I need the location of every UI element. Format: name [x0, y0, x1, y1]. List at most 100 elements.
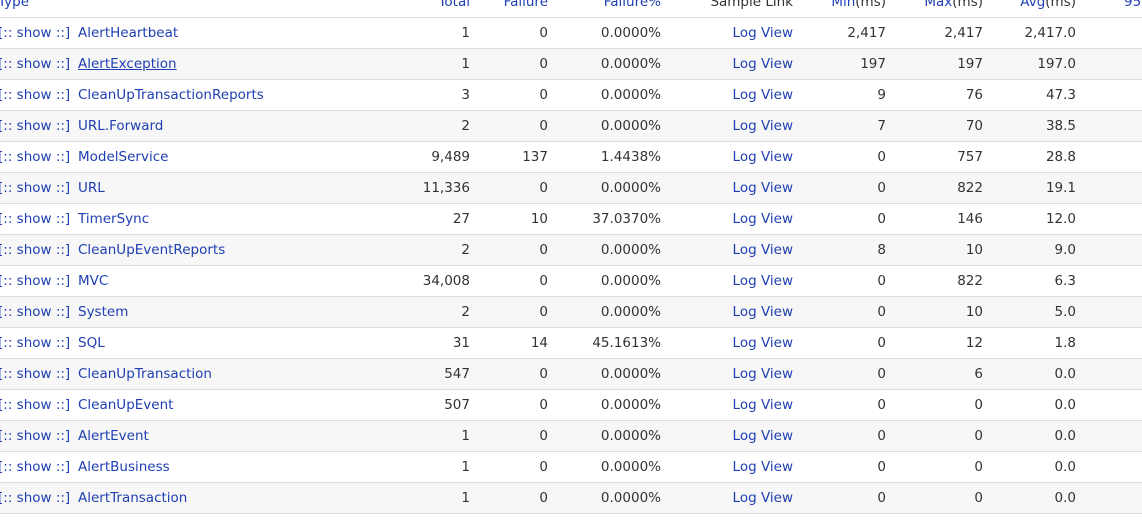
header-min-label[interactable]: Min	[831, 0, 855, 10]
show-toggle-link[interactable]: [:: show ::]	[0, 359, 70, 389]
failure-pct-value: 0.0000%	[600, 428, 661, 444]
min-value: 0	[877, 397, 886, 413]
min-value: 0	[877, 273, 886, 289]
total-value: 1	[461, 490, 470, 506]
show-toggle-link[interactable]: [:: show ::]	[0, 452, 70, 482]
log-view-link[interactable]: Log View	[733, 80, 793, 110]
log-view-link[interactable]: Log View	[733, 359, 793, 389]
show-toggle-link[interactable]: [:: show ::]	[0, 421, 70, 451]
max-value: 822	[957, 180, 983, 196]
min-value: 0	[877, 459, 886, 475]
log-view-link[interactable]: Log View	[733, 266, 793, 296]
failure-pct-value: 0.0000%	[600, 304, 661, 320]
type-name-link[interactable]: AlertHeartbeat	[78, 18, 178, 48]
header-avg[interactable]: Avg(ms)	[1020, 0, 1076, 17]
avg-value: 5.0	[1054, 304, 1076, 320]
header-p95[interactable]: 95	[1124, 0, 1141, 17]
transaction-type-table: Type Total Failure Failure% Sample Link …	[0, 0, 1142, 514]
failure-value: 0	[539, 273, 548, 289]
failure-pct-value: 0.0000%	[600, 273, 661, 289]
header-max[interactable]: Max(ms)	[924, 0, 983, 17]
table-body: [:: show ::] AlertHeartbeat 1 0 0.0000% Log V…	[0, 18, 1142, 514]
type-name-link[interactable]: MVC	[78, 266, 108, 296]
show-toggle-link[interactable]: [:: show ::]	[0, 204, 70, 234]
max-value: 70	[965, 118, 983, 134]
max-value: 0	[974, 490, 983, 506]
type-name-link[interactable]: AlertException	[78, 49, 177, 79]
min-value: 7	[877, 118, 886, 134]
header-total[interactable]: Total	[438, 0, 470, 17]
log-view-link[interactable]: Log View	[733, 111, 793, 141]
avg-value: 0.0	[1054, 459, 1076, 475]
failure-value: 0	[539, 56, 548, 72]
header-failure-pct[interactable]: Failure%	[604, 0, 661, 17]
min-value: 0	[877, 304, 886, 320]
min-value: 2,417	[847, 25, 886, 41]
log-view-link[interactable]: Log View	[733, 328, 793, 358]
show-toggle-link[interactable]: [:: show ::]	[0, 80, 70, 110]
show-toggle-link[interactable]: [:: show ::]	[0, 297, 70, 327]
type-name-link[interactable]: AlertBusiness	[78, 452, 170, 482]
type-name-link[interactable]: CleanUpEventReports	[78, 235, 225, 265]
type-name-link[interactable]: ModelService	[78, 142, 168, 172]
log-view-link[interactable]: Log View	[733, 142, 793, 172]
failure-pct-value: 0.0000%	[600, 180, 661, 196]
type-name-link[interactable]: SQL	[78, 328, 105, 358]
log-view-link[interactable]: Log View	[733, 204, 793, 234]
show-toggle-link[interactable]: [:: show ::]	[0, 235, 70, 265]
log-view-link[interactable]: Log View	[733, 390, 793, 420]
avg-value: 9.0	[1054, 242, 1076, 258]
failure-value: 0	[539, 87, 548, 103]
log-view-link[interactable]: Log View	[733, 235, 793, 265]
log-view-link[interactable]: Log View	[733, 421, 793, 451]
show-toggle-link[interactable]: [:: show ::]	[0, 18, 70, 48]
show-toggle-link[interactable]: [:: show ::]	[0, 111, 70, 141]
table-row: [:: show ::] ModelService 9,489 137 1.4438% L…	[0, 142, 1142, 173]
type-name-link[interactable]: AlertTransaction	[78, 483, 187, 513]
total-value: 2	[461, 242, 470, 258]
type-name-link[interactable]: TimerSync	[78, 204, 149, 234]
show-toggle-link[interactable]: [:: show ::]	[0, 49, 70, 79]
header-type[interactable]: Type	[0, 0, 29, 17]
type-name-link[interactable]: AlertEvent	[78, 421, 149, 451]
show-toggle-link[interactable]: [:: show ::]	[0, 483, 70, 513]
failure-value: 137	[522, 149, 548, 165]
total-value: 2	[461, 118, 470, 134]
failure-value: 0	[539, 118, 548, 134]
show-toggle-link[interactable]: [:: show ::]	[0, 390, 70, 420]
type-name-link[interactable]: CleanUpTransaction	[78, 359, 212, 389]
table-row: [:: show ::] CleanUpTransaction 547 0 0.0000…	[0, 359, 1142, 390]
show-toggle-link[interactable]: [:: show ::]	[0, 328, 70, 358]
failure-pct-value: 0.0000%	[600, 366, 661, 382]
failure-value: 0	[539, 304, 548, 320]
show-toggle-link[interactable]: [:: show ::]	[0, 266, 70, 296]
avg-value: 0.0	[1054, 397, 1076, 413]
log-view-link[interactable]: Log View	[733, 49, 793, 79]
header-failure[interactable]: Failure	[504, 0, 548, 17]
type-name-link[interactable]: System	[78, 297, 128, 327]
type-name-link[interactable]: CleanUpEvent	[78, 390, 173, 420]
failure-pct-value: 0.0000%	[600, 459, 661, 475]
table-row: [:: show ::] AlertHeartbeat 1 0 0.0000% Log V…	[0, 18, 1142, 49]
max-value: 0	[974, 397, 983, 413]
log-view-link[interactable]: Log View	[733, 483, 793, 513]
min-value: 0	[877, 428, 886, 444]
type-name-link[interactable]: CleanUpTransactionReports	[78, 80, 264, 110]
log-view-link[interactable]: Log View	[733, 18, 793, 48]
header-max-label[interactable]: Max	[924, 0, 952, 10]
header-avg-unit: (ms)	[1045, 0, 1076, 10]
log-view-link[interactable]: Log View	[733, 173, 793, 203]
log-view-link[interactable]: Log View	[733, 297, 793, 327]
show-toggle-link[interactable]: [:: show ::]	[0, 173, 70, 203]
avg-value: 38.5	[1045, 118, 1076, 134]
type-name-link[interactable]: URL.Forward	[78, 111, 163, 141]
min-value: 0	[877, 366, 886, 382]
log-view-link[interactable]: Log View	[733, 452, 793, 482]
avg-value: 0.0	[1054, 490, 1076, 506]
header-avg-label[interactable]: Avg	[1020, 0, 1045, 10]
header-min[interactable]: Min(ms)	[831, 0, 886, 17]
show-toggle-link[interactable]: [:: show ::]	[0, 142, 70, 172]
avg-value: 12.0	[1045, 211, 1076, 227]
table-row: [:: show ::] URL.Forward 2 0 0.0000% Log View…	[0, 111, 1142, 142]
type-name-link[interactable]: URL	[78, 173, 105, 203]
